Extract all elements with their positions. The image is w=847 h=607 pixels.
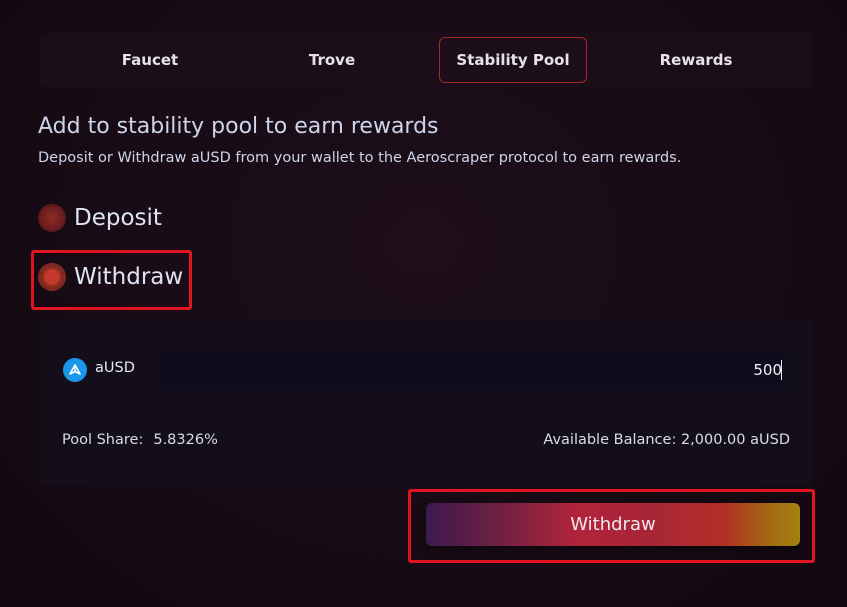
tab-bar: Faucet Trove Stability Pool Rewards xyxy=(40,33,812,87)
pool-share-label: Pool Share: xyxy=(62,432,144,448)
tab-trove[interactable]: Trove xyxy=(258,37,406,83)
pool-share-value: 5.8326% xyxy=(153,432,218,448)
tab-stability-pool[interactable]: Stability Pool xyxy=(439,37,587,83)
tab-rewards[interactable]: Rewards xyxy=(622,37,770,83)
token-amount-row: aUSD xyxy=(40,349,812,389)
pool-share: Pool Share: 5.8326% xyxy=(62,432,218,448)
withdraw-radio-option[interactable]: Withdraw xyxy=(38,263,183,291)
amount-panel: aUSD Pool Share: 5.8326% Available Balanc… xyxy=(40,320,812,486)
amount-input[interactable] xyxy=(158,351,790,389)
available-balance: Available Balance: 2,000.00 aUSD xyxy=(543,432,790,448)
withdraw-button[interactable]: Withdraw xyxy=(426,503,800,546)
text-caret xyxy=(781,360,782,380)
withdraw-radio-label: Withdraw xyxy=(74,264,184,290)
page-title: Add to stability pool to earn rewards xyxy=(38,114,439,139)
withdraw-radio-button[interactable] xyxy=(38,263,66,291)
tab-faucet[interactable]: Faucet xyxy=(76,37,224,83)
deposit-radio-label: Deposit xyxy=(74,205,162,231)
deposit-radio-option[interactable]: Deposit xyxy=(38,204,162,232)
page-subtitle: Deposit or Withdraw aUSD from your walle… xyxy=(38,150,682,166)
token-name: aUSD xyxy=(95,360,135,376)
deposit-radio-button[interactable] xyxy=(38,204,66,232)
ausd-token-icon xyxy=(63,358,87,382)
